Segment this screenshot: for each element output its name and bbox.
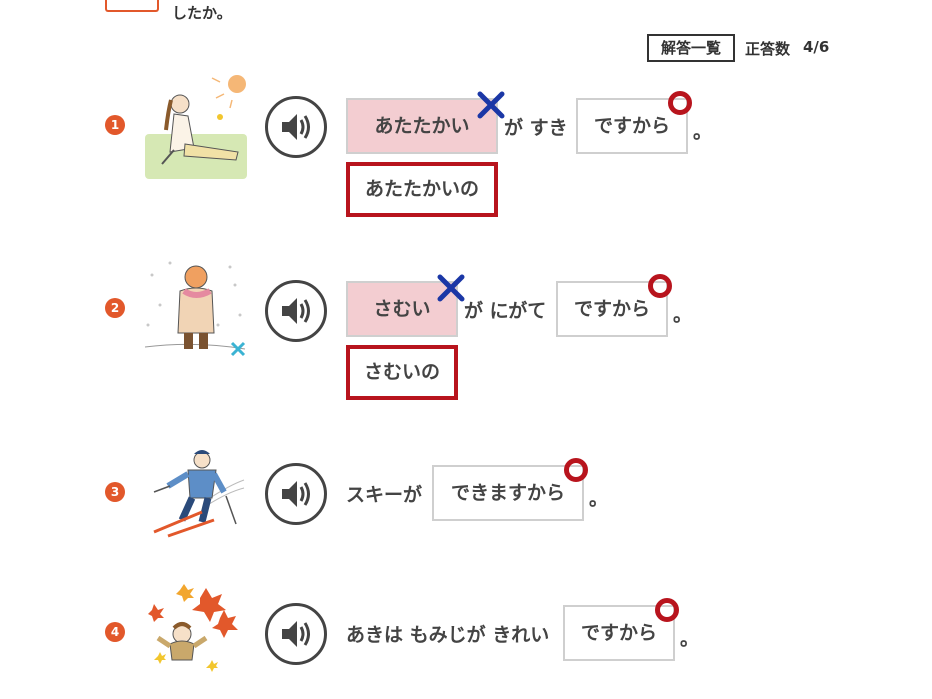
sentence-text: スキーが [346, 484, 423, 506]
correct-circle-mark [648, 274, 672, 298]
correct-circle-mark [655, 598, 679, 622]
correct-circle-mark [668, 91, 692, 115]
sentence-text: が すき [504, 117, 568, 139]
play-audio-button[interactable] [265, 280, 327, 342]
answer-box-correct[interactable]: できますから [432, 465, 584, 521]
instruction-text: したか。 [172, 4, 232, 22]
illustration-autumn-leaves [140, 580, 250, 690]
sentence-text: あきは もみじが きれい [346, 624, 550, 646]
speaker-icon [282, 298, 310, 324]
speaker-icon [282, 114, 310, 140]
incorrect-x-mark [477, 91, 505, 119]
illustration-person-cold [140, 255, 250, 365]
play-audio-button[interactable] [265, 463, 327, 525]
sentence-text: が にがて [464, 300, 547, 322]
question-number: 4 [105, 622, 125, 642]
score-value: 4/6 [803, 38, 830, 56]
section-icon [105, 0, 159, 12]
correct-circle-mark [564, 458, 588, 482]
play-audio-button[interactable] [265, 603, 327, 665]
speaker-icon [282, 621, 310, 647]
question-number: 3 [105, 482, 125, 502]
question-number: 1 [105, 115, 125, 135]
illustration-skier [140, 440, 250, 550]
correct-answer-box: あたたかいの [346, 162, 498, 217]
correct-answer-box: さむいの [346, 345, 458, 400]
play-audio-button[interactable] [265, 96, 327, 158]
sentence-end: 。 [673, 304, 693, 326]
sentence-end: 。 [589, 488, 609, 510]
score-label: 正答数 [745, 40, 791, 58]
answer-list-button[interactable]: 解答一覧 [647, 34, 735, 62]
illustration-woman-sun [140, 72, 250, 182]
question-number: 2 [105, 298, 125, 318]
sentence-end: 。 [693, 121, 713, 143]
sentence-end: 。 [680, 628, 700, 650]
speaker-icon [282, 481, 310, 507]
incorrect-x-mark [437, 274, 465, 302]
